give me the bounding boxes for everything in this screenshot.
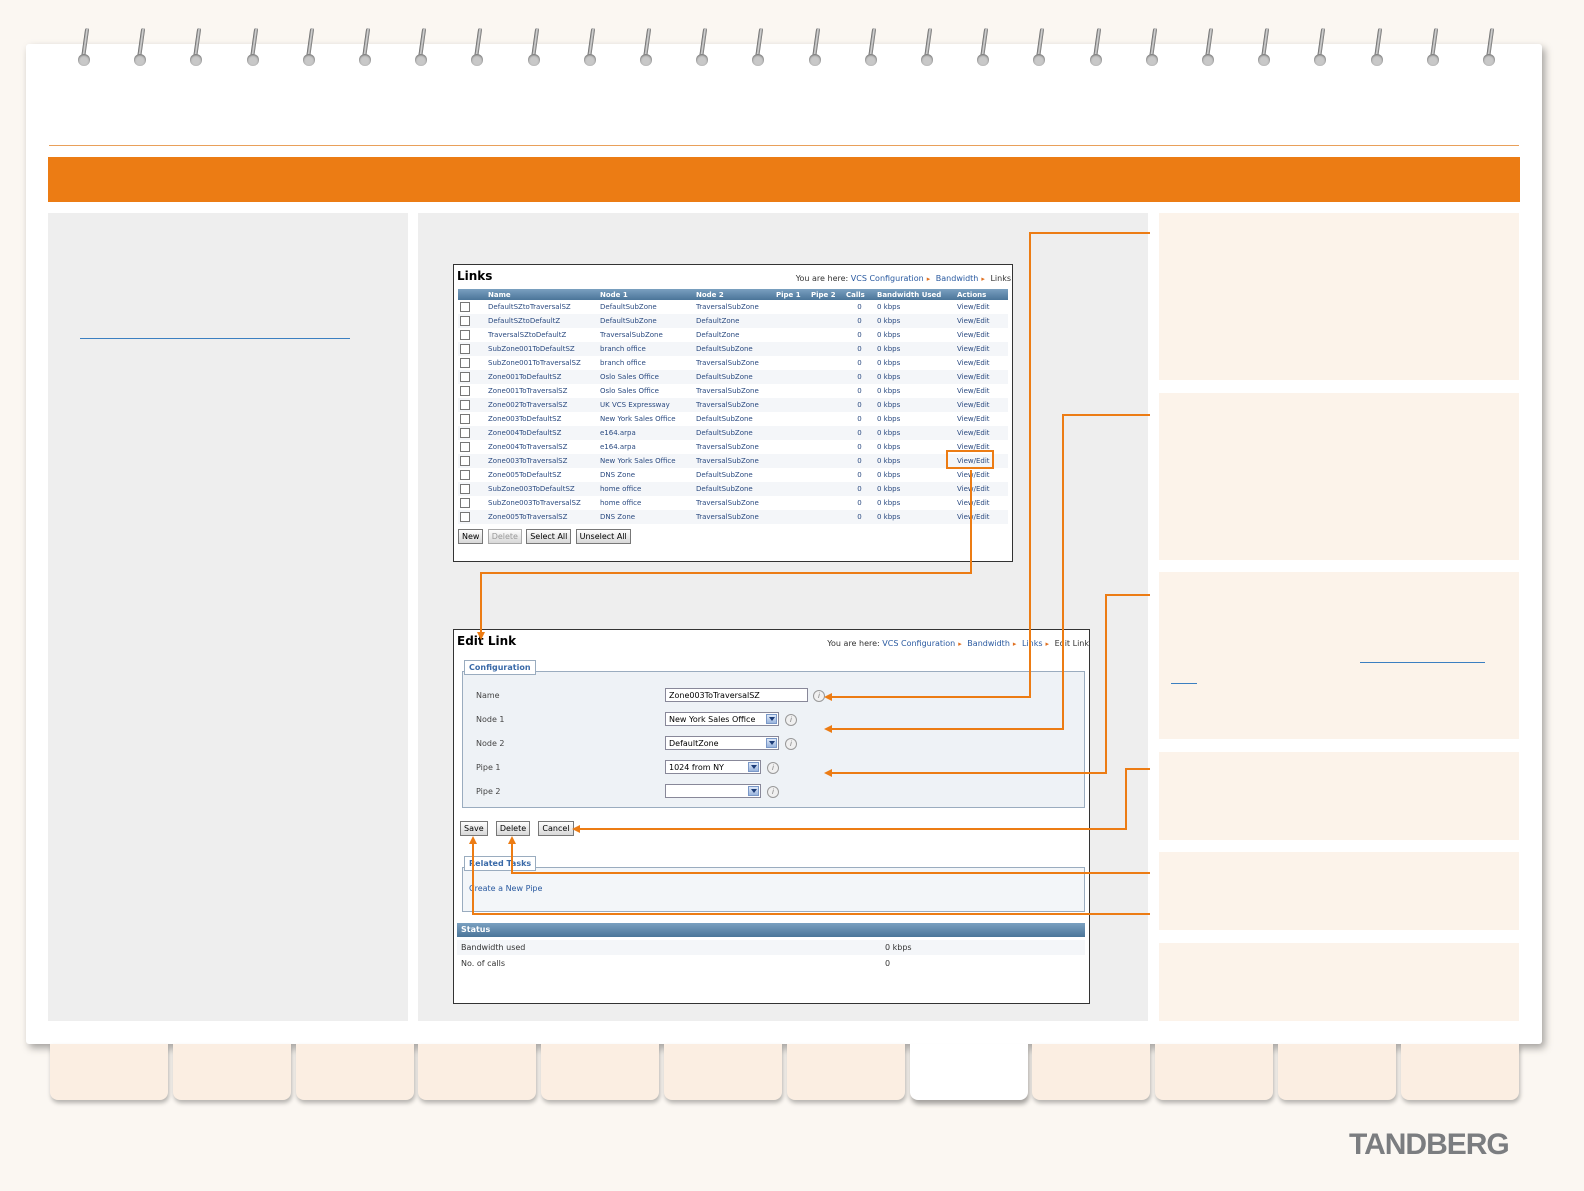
- section-tab[interactable]: [909, 1044, 1028, 1100]
- arrow-delete-button: [508, 836, 1150, 874]
- section-tab[interactable]: [541, 1044, 660, 1100]
- arrow-save-button: [469, 836, 1150, 915]
- section-tab[interactable]: [418, 1044, 537, 1100]
- arrow-pipe-fields: [824, 594, 1150, 777]
- arrow-view-edit-to-edit-link: [477, 470, 972, 640]
- callout-arrows: [469, 232, 1150, 915]
- section-tab[interactable]: [786, 1044, 905, 1100]
- section-tab[interactable]: [664, 1044, 782, 1100]
- section-tab[interactable]: [1400, 1044, 1519, 1100]
- section-tab[interactable]: [172, 1044, 291, 1100]
- arrow-name-field: [824, 232, 1150, 701]
- tandberg-logo: TANDBERG: [1349, 1128, 1510, 1161]
- arrow-cancel-button: [572, 768, 1150, 833]
- section-tab[interactable]: [1155, 1044, 1274, 1100]
- section-tab[interactable]: [1032, 1044, 1151, 1100]
- section-tab[interactable]: [50, 1044, 168, 1100]
- section-tab[interactable]: [295, 1044, 414, 1100]
- section-tab[interactable]: [1278, 1044, 1396, 1100]
